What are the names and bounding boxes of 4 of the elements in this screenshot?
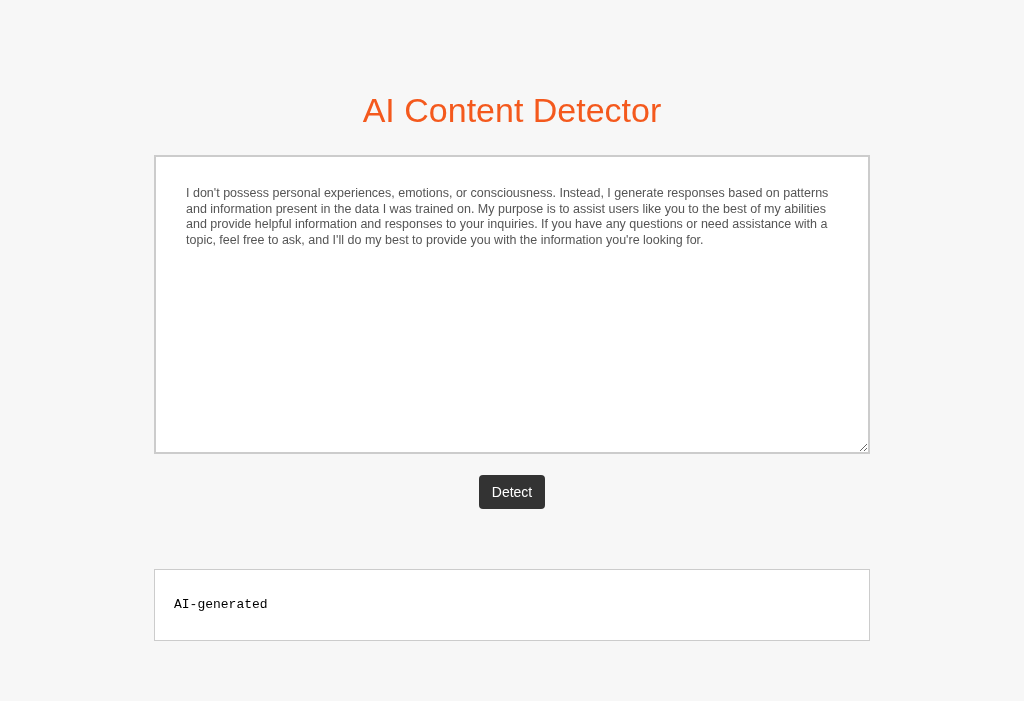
detect-button[interactable]: Detect xyxy=(478,475,546,509)
result-text: AI-generated xyxy=(174,597,268,612)
text-input[interactable]: I don't possess personal experiences, emotions, or consciousness. Instead, I generate responses based on patterns and information present in the data I was trained on. My purpose is to assist users like you to the best of my abilities and provide helpful information and responses to your inquiries. If you have any questions or need assistance with a topic, feel free to ask, and I'll do my best to provide you with the information you're looking for. xyxy=(154,155,870,454)
page-title: AI Content Detector xyxy=(362,90,662,131)
